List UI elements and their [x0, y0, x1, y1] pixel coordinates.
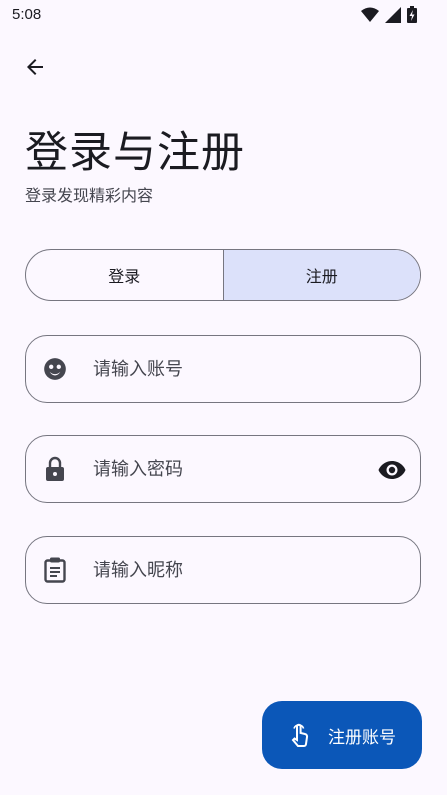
signal-icon	[385, 6, 401, 27]
eye-icon[interactable]	[378, 456, 406, 484]
page-subtitle: 登录发现精彩内容	[25, 186, 154, 205]
back-button[interactable]	[18, 52, 52, 86]
battery-charging-icon	[407, 6, 417, 27]
account-input[interactable]	[93, 358, 343, 380]
status-time: 5:08	[12, 6, 42, 23]
arrow-back-icon	[23, 55, 47, 83]
tab-login-label: 登录	[108, 267, 141, 286]
tab-register-label: 注册	[305, 267, 338, 286]
account-field[interactable]	[25, 335, 421, 403]
clipboard-icon	[41, 556, 69, 584]
register-account-label: 注册账号	[328, 727, 396, 748]
login-register-toggle: 登录 注册	[25, 249, 421, 301]
password-input[interactable]	[93, 458, 343, 480]
nickname-field[interactable]	[25, 536, 421, 604]
touch-icon	[288, 723, 312, 747]
nickname-input[interactable]	[93, 559, 343, 581]
tab-register[interactable]: 注册	[223, 250, 420, 300]
lock-icon	[41, 455, 69, 483]
status-icons	[361, 6, 417, 27]
page-title: 登录与注册	[25, 128, 245, 178]
status-bar: 5:08	[0, 0, 447, 30]
face-icon	[41, 355, 69, 383]
tab-login[interactable]: 登录	[26, 250, 224, 300]
wifi-icon	[361, 7, 379, 27]
register-account-button[interactable]: 注册账号	[262, 701, 422, 769]
password-field[interactable]	[25, 435, 421, 503]
